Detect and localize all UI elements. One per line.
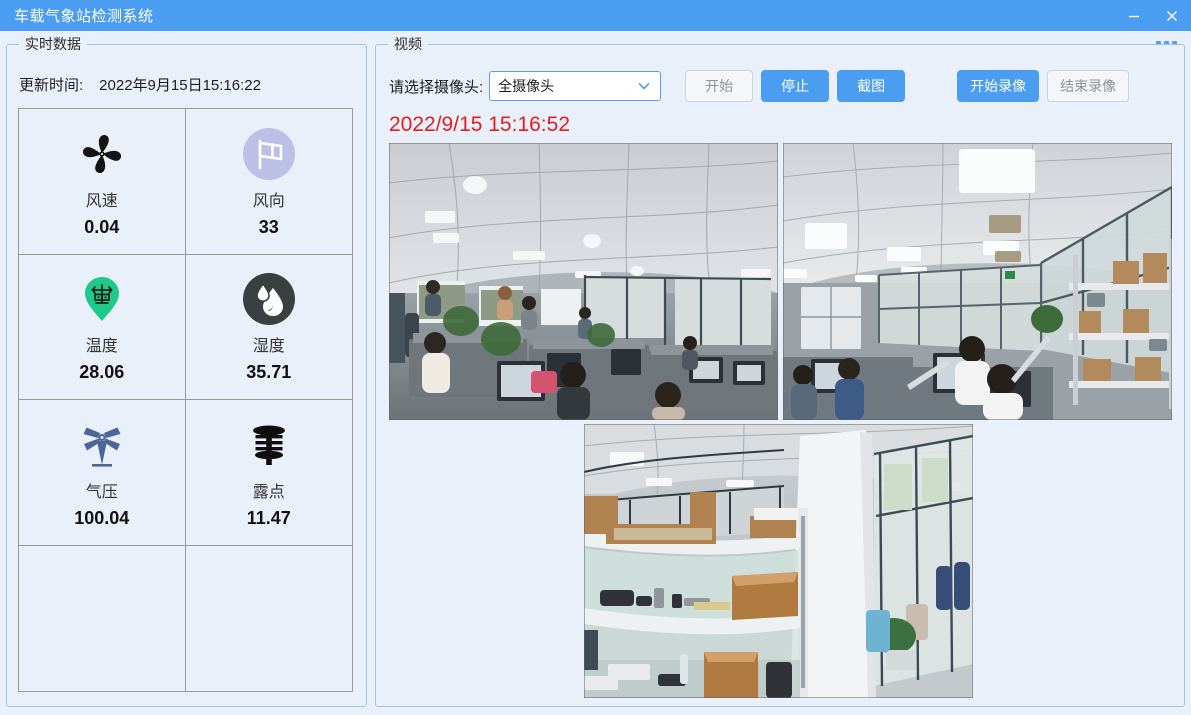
sensor-cell-empty-left: [19, 545, 186, 691]
camera-feed-1-image: [389, 143, 778, 420]
close-icon[interactable]: [1153, 0, 1191, 31]
windmill-icon: [74, 416, 130, 474]
weather-station-app-window: 车载气象站检测系统 实时数据 更新时间: 2022年9月15日15:16:22: [0, 0, 1191, 715]
sensor-value: 35.71: [246, 362, 292, 383]
sensor-grid: 风速 0.04 风向 33 温度 28.06 湿度 35.71 气压 100.0…: [18, 108, 353, 692]
water-drops-icon: [241, 270, 297, 328]
minimize-icon[interactable]: [1115, 0, 1153, 31]
video-panel: 视频 请选择摄像头: 全摄像头 开始 停止 截图 开始录像 结束录像 2022/…: [375, 34, 1185, 707]
stop-preview-button[interactable]: 停止: [761, 70, 830, 102]
update-time-value: 2022年9月15日15:16:22: [99, 77, 261, 94]
update-time-label: 更新时间:: [19, 77, 84, 94]
video-controls-row: 请选择摄像头: 全摄像头 开始 停止 截图 开始录像 结束录像: [389, 70, 1130, 102]
camera-select-label: 请选择摄像头:: [389, 78, 484, 96]
weather-station-pin-icon: [74, 270, 130, 328]
dew-point-icon: [241, 416, 297, 474]
camera-select-dropdown[interactable]: 全摄像头: [489, 71, 662, 101]
sensor-value: 28.06: [79, 362, 125, 383]
sensor-cell-empty-right: [185, 545, 352, 691]
title-bar: 车载气象站检测系统: [0, 0, 1191, 31]
update-time-row: 更新时间: 2022年9月15日15:16:22: [19, 74, 261, 95]
stop-recording-button[interactable]: 结束录像: [1047, 70, 1130, 102]
sensor-name: 风速: [85, 192, 118, 210]
sensor-cell-wind-speed: 风速 0.04: [19, 109, 186, 255]
video-timestamp: 2022/9/15 15:16:52: [389, 113, 571, 136]
realtime-data-panel: 实时数据 更新时间: 2022年9月15日15:16:22 风速 0.04 风向…: [6, 34, 367, 707]
camera-select-value: 全摄像头: [498, 78, 555, 94]
sensor-value: 33: [258, 216, 279, 237]
camera-feed-2[interactable]: [783, 143, 1172, 420]
sensor-value: 100.04: [74, 507, 130, 528]
sensor-cell-temperature: 温度 28.06: [19, 254, 186, 400]
screenshot-button[interactable]: 截图: [837, 70, 906, 102]
sensor-value: 11.47: [246, 507, 291, 528]
sensor-name: 风向: [252, 192, 285, 210]
camera-feed-1[interactable]: [389, 143, 778, 420]
sensor-name: 湿度: [252, 338, 285, 356]
window-title: 车载气象站检测系统: [14, 8, 154, 25]
sensor-cell-pressure: 气压 100.04: [19, 400, 186, 546]
flag-icon: [241, 125, 297, 183]
start-preview-button[interactable]: 开始: [685, 70, 754, 102]
fan-icon: [74, 125, 130, 183]
sensor-cell-humidity: 湿度 35.71: [185, 254, 352, 400]
camera-feed-2-image: [783, 143, 1172, 420]
camera-feed-3[interactable]: [584, 424, 973, 698]
sensor-name: 气压: [85, 483, 118, 501]
realtime-data-legend: 实时数据: [19, 34, 87, 54]
sensor-name: 露点: [252, 483, 285, 501]
sensor-value: 0.04: [84, 216, 120, 237]
camera-feed-3-image: [584, 424, 973, 698]
video-legend: 视频: [388, 34, 428, 54]
chevron-down-icon: [636, 78, 652, 94]
sensor-name: 温度: [85, 338, 118, 356]
sensor-cell-dew-point: 露点 11.47: [185, 400, 352, 546]
sensor-cell-wind-direction: 风向 33: [185, 109, 352, 255]
start-recording-button[interactable]: 开始录像: [957, 70, 1040, 102]
